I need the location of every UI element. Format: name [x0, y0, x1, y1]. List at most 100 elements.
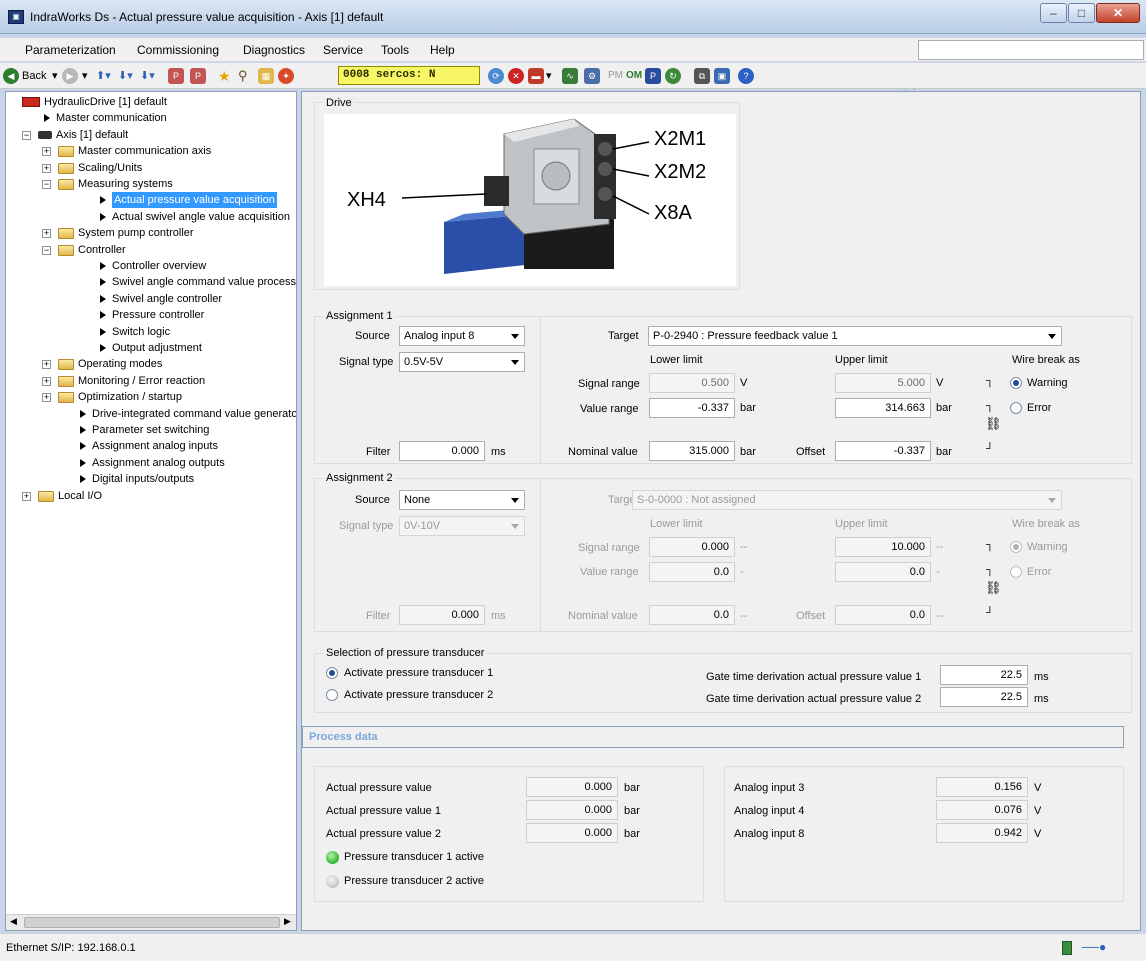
scroll-left-icon[interactable]: ◀ — [10, 916, 17, 927]
search-input[interactable] — [918, 40, 1144, 60]
process-unit: bar — [624, 805, 640, 817]
forward-arrow-icon[interactable]: ▶ — [62, 68, 78, 84]
a1-nominal-input[interactable]: 315.000 — [649, 441, 735, 461]
forward-dropdown-icon[interactable]: ▾ — [82, 67, 88, 85]
expand-icon[interactable]: + — [42, 360, 51, 370]
drive-enable-dropdown-icon[interactable]: ▾ — [546, 67, 552, 85]
menu-commissioning[interactable]: Commissioning — [137, 43, 219, 57]
par-import-icon[interactable]: P — [190, 68, 206, 84]
a1-value-lower-input[interactable]: -0.337 — [649, 398, 735, 418]
menu-parameterization[interactable]: Parameterization — [25, 43, 116, 57]
a1-source-select[interactable]: Analog input 8 — [399, 326, 525, 346]
back-button[interactable]: Back — [22, 67, 46, 85]
expand-icon[interactable]: + — [42, 147, 51, 157]
collapse-icon[interactable]: − — [42, 180, 51, 189]
collapse-icon[interactable]: − — [42, 245, 51, 255]
pb-mode-icon[interactable]: P — [645, 68, 661, 84]
minimize-button[interactable]: – — [1040, 3, 1067, 23]
gate1-input[interactable]: 22.5 — [940, 665, 1028, 685]
transducer1-label[interactable]: Activate pressure transducer 1 — [344, 667, 493, 679]
a1-value-upper-input[interactable]: 314.663 — [835, 398, 931, 418]
tree-item[interactable]: Master communication — [6, 110, 296, 126]
tree-item[interactable]: + System pump controller — [6, 225, 296, 241]
favorites-star-icon[interactable]: ★ — [218, 67, 231, 85]
tree-item[interactable]: Parameter set switching — [6, 422, 296, 438]
expand-icon[interactable]: + — [42, 229, 51, 239]
transducer2-label[interactable]: Activate pressure transducer 2 — [344, 689, 493, 701]
transducer1-radio[interactable] — [326, 667, 338, 679]
om-mode-button[interactable]: OM — [626, 67, 642, 85]
nav-down-icon[interactable]: ⬇▾ — [118, 67, 133, 85]
settings-icon[interactable]: ⚙ — [584, 68, 600, 84]
tree-item[interactable]: − Axis [1] default — [6, 127, 296, 143]
tree-item[interactable]: Pressure controller — [6, 307, 296, 323]
chain-link-icon[interactable]: ⛓ — [985, 416, 1002, 432]
tree-item[interactable]: Controller overview — [6, 258, 296, 274]
folder-icon — [58, 375, 74, 387]
expand-icon[interactable]: + — [42, 376, 51, 386]
help-icon[interactable]: ? — [738, 68, 754, 84]
binoculars-icon[interactable]: ⚲ — [238, 67, 248, 85]
copy-icon[interactable]: ⧉ — [694, 68, 710, 84]
tree-item[interactable]: + Monitoring / Error reaction — [6, 373, 296, 389]
menu-tools[interactable]: Tools — [381, 43, 409, 57]
scroll-thumb[interactable] — [24, 917, 280, 928]
tree-item[interactable]: Digital inputs/outputs — [6, 471, 296, 487]
a1-error-radio[interactable] — [1010, 402, 1022, 414]
sercos-status[interactable]: 0008 sercos: N — [338, 66, 480, 85]
transfer-icon[interactable]: ↻ — [665, 68, 681, 84]
nav-up-icon[interactable]: ⬆▾ — [96, 67, 111, 85]
maximize-button[interactable]: □ — [1068, 3, 1095, 23]
menu-help[interactable]: Help — [430, 43, 455, 57]
back-dropdown-icon[interactable]: ▾ — [52, 67, 58, 85]
tree-item[interactable]: Swivel angle controller — [6, 291, 296, 307]
tree-item[interactable]: Swivel angle command value process — [6, 274, 296, 290]
process-data-header[interactable]: Process data — [302, 726, 1124, 748]
tree-item[interactable]: + Optimization / startup — [6, 389, 296, 405]
a1-offset-input[interactable]: -0.337 — [835, 441, 931, 461]
tree-item[interactable]: Actual swivel angle value acquisition — [6, 209, 296, 225]
a1-filter-input[interactable]: 0.000 — [399, 441, 485, 461]
tree-item[interactable]: + Scaling/Units — [6, 160, 296, 176]
tree-item[interactable]: −HydraulicDrive [1] default — [6, 94, 296, 110]
tree-item[interactable]: Actual pressure value acquisition — [6, 192, 296, 209]
online-icon[interactable]: ⟳ — [488, 68, 504, 84]
scroll-right-icon[interactable]: ▶ — [284, 916, 291, 927]
tree-item[interactable]: Output adjustment — [6, 340, 296, 356]
back-arrow-icon[interactable]: ◀ — [3, 68, 19, 84]
tree-item[interactable]: + Local I/O — [6, 488, 296, 504]
tree-item[interactable]: − Controller — [6, 242, 296, 258]
tree-item[interactable]: + Operating modes — [6, 356, 296, 372]
a1-signal-type-select[interactable]: 0.5V-5V — [399, 352, 525, 372]
error-reset-icon[interactable]: ✕ — [508, 68, 524, 84]
tree-item[interactable]: Drive-integrated command value generato — [6, 406, 296, 422]
menu-service[interactable]: Service — [323, 43, 363, 57]
window-icon[interactable]: ▣ — [714, 68, 730, 84]
a2-signal-type-value: 0V-10V — [404, 520, 441, 532]
expand-icon[interactable]: + — [42, 163, 51, 173]
pm-mode-button[interactable]: PM — [608, 67, 623, 85]
tree-item[interactable]: + Master communication axis — [6, 143, 296, 159]
a1-warning-radio[interactable] — [1010, 377, 1022, 389]
tree-horizontal-scrollbar[interactable]: ◀ ▶ — [6, 914, 296, 930]
hardware-icon[interactable]: ✦ — [278, 68, 294, 84]
nav-next-icon[interactable]: ⬇▾ — [140, 67, 155, 85]
par-export-icon[interactable]: P — [168, 68, 184, 84]
transducer2-radio[interactable] — [326, 689, 338, 701]
a1-target-select[interactable]: P-0-2940 : Pressure feedback value 1 — [648, 326, 1062, 346]
tree-item[interactable]: Assignment analog outputs — [6, 455, 296, 471]
collapse-icon[interactable]: − — [22, 130, 31, 140]
tree-item[interactable]: Assignment analog inputs — [6, 438, 296, 454]
expand-icon[interactable]: + — [22, 491, 31, 501]
tree-item[interactable]: − Measuring systems — [6, 176, 296, 192]
tree-item[interactable]: Switch logic — [6, 324, 296, 340]
expand-icon[interactable]: + — [42, 393, 51, 403]
a2-filter-field: 0.000 — [399, 605, 485, 625]
close-button[interactable]: ✕ — [1096, 3, 1140, 23]
drive-enable-icon[interactable]: ▬ — [528, 68, 544, 84]
a2-source-select[interactable]: None — [399, 490, 525, 510]
oscilloscope-icon[interactable]: ∿ — [562, 68, 578, 84]
table-icon[interactable]: ▦ — [258, 68, 274, 84]
gate2-input[interactable]: 22.5 — [940, 687, 1028, 707]
menu-diagnostics[interactable]: Diagnostics — [243, 43, 305, 57]
